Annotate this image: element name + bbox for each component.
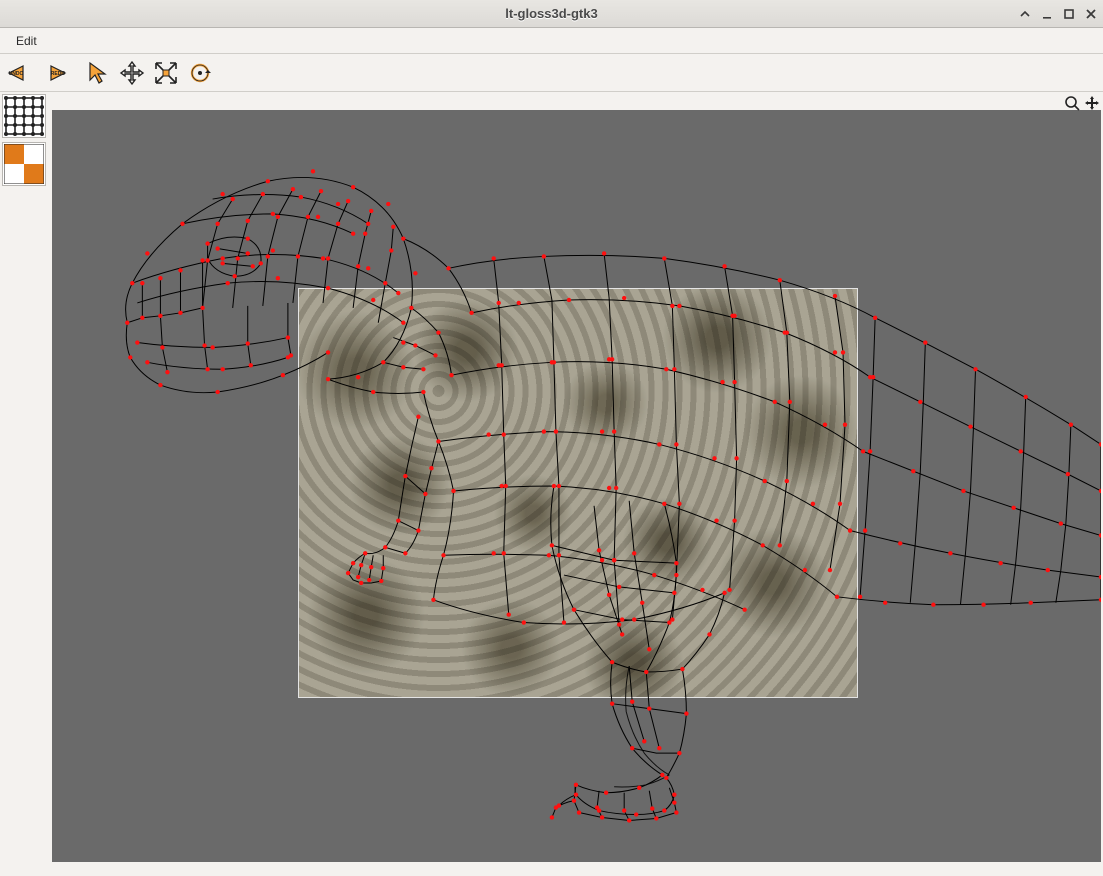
pan-icon (1084, 95, 1100, 111)
window-title: lt-gloss3d-gtk3 (505, 6, 597, 21)
zoom-icon (1064, 95, 1080, 111)
viewport-container (50, 92, 1103, 864)
grid-icon (4, 96, 44, 136)
scale-tool-button[interactable] (150, 57, 182, 89)
svg-text:UNDO: UNDO (9, 71, 24, 77)
uv-grid-button[interactable] (2, 94, 46, 138)
move-icon (119, 60, 145, 86)
svg-text:REDO: REDO (51, 71, 66, 77)
uv-viewport[interactable] (52, 110, 1101, 862)
pointer-icon (85, 60, 111, 86)
menubar: Edit (0, 28, 1103, 54)
scale-icon (153, 60, 179, 86)
statusbar (0, 864, 1103, 876)
window-minimize-button[interactable] (1039, 6, 1055, 22)
window-titlebar: lt-gloss3d-gtk3 (0, 0, 1103, 28)
viewport-zoom-button[interactable] (1063, 94, 1081, 112)
redo-icon: REDO (39, 60, 69, 86)
undo-icon: UNDO (5, 60, 35, 86)
menu-edit[interactable]: Edit (8, 32, 45, 50)
window-controls (1017, 6, 1099, 22)
rotate-icon (187, 60, 213, 86)
window-close-button[interactable] (1083, 6, 1099, 22)
texture-image (298, 288, 858, 698)
toolbar: UNDO REDO (0, 54, 1103, 92)
side-toolbar (0, 92, 50, 864)
main-area (0, 92, 1103, 864)
viewport-controls (1063, 94, 1101, 112)
pointer-tool-button[interactable] (82, 57, 114, 89)
move-tool-button[interactable] (116, 57, 148, 89)
redo-button[interactable]: REDO (38, 57, 70, 89)
checker-icon (4, 144, 44, 184)
viewport-pan-button[interactable] (1083, 94, 1101, 112)
rotate-tool-button[interactable] (184, 57, 216, 89)
undo-button[interactable]: UNDO (4, 57, 36, 89)
window-collapse-button[interactable] (1017, 6, 1033, 22)
window-maximize-button[interactable] (1061, 6, 1077, 22)
uv-checker-button[interactable] (2, 142, 46, 186)
